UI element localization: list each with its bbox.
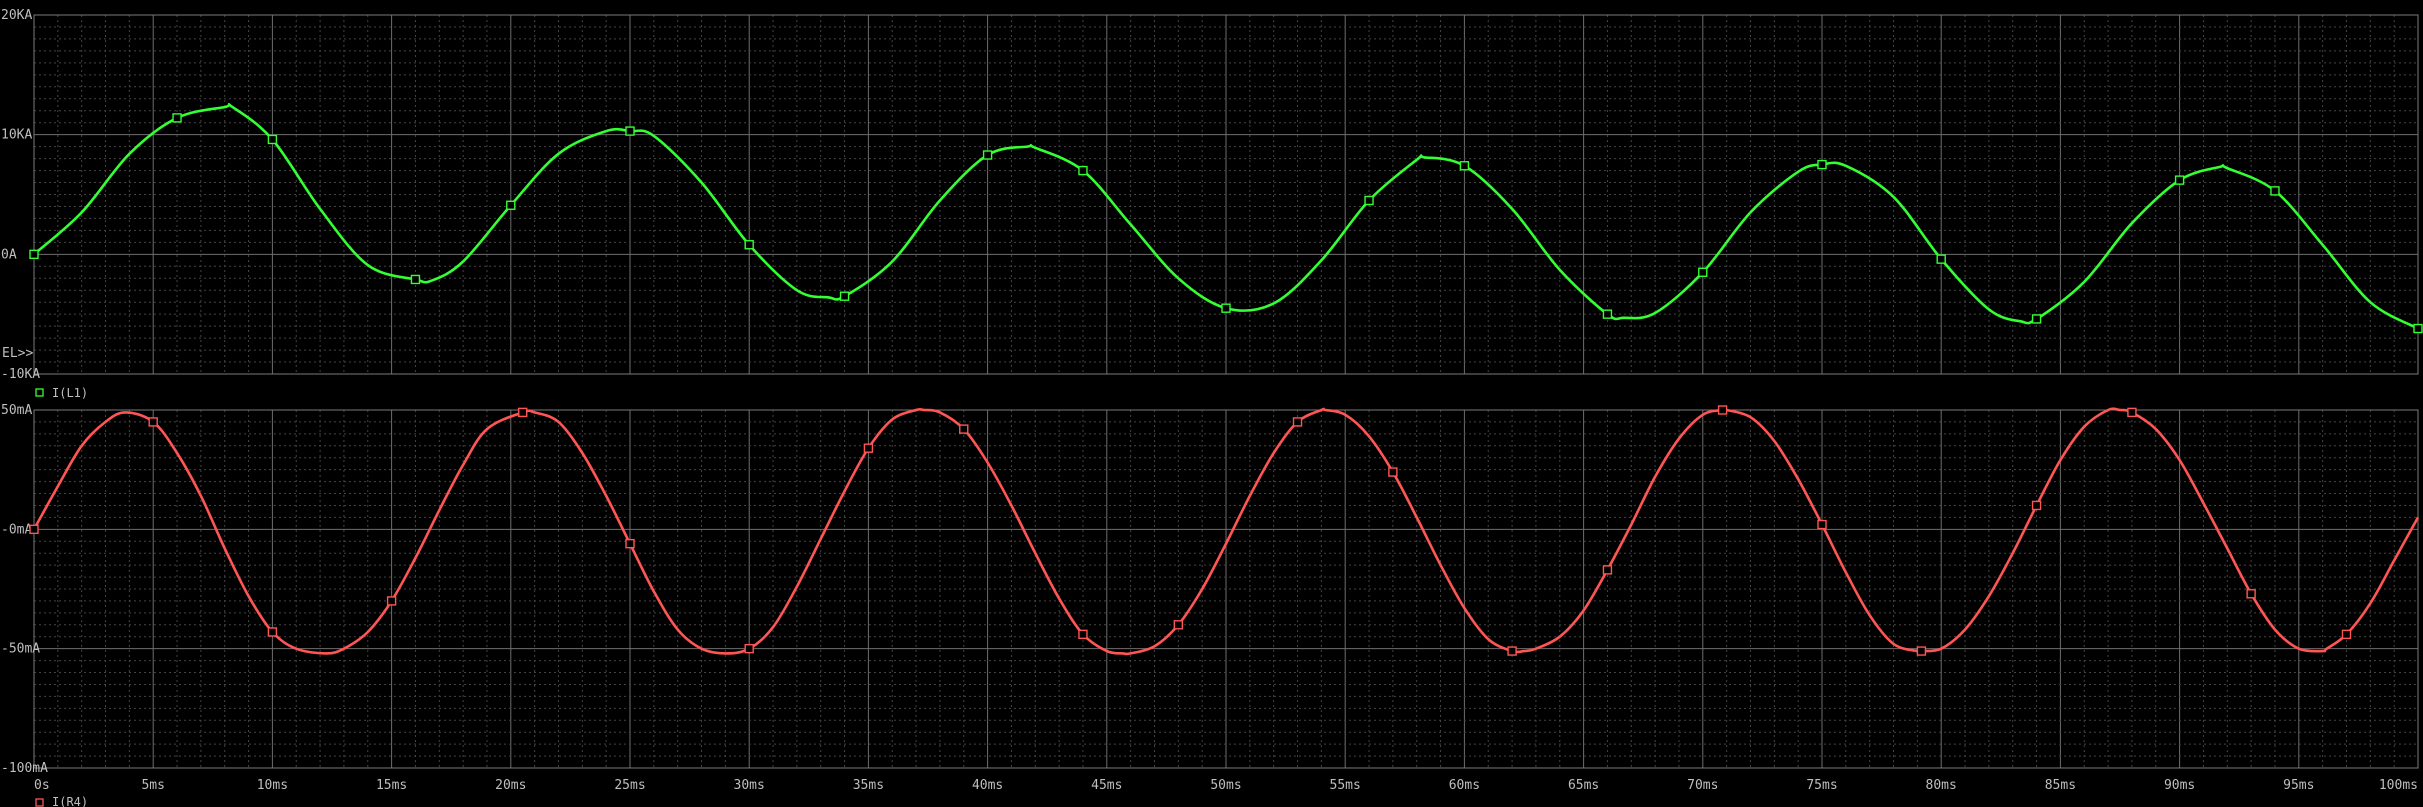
- data-point-marker: [863, 443, 874, 453]
- data-point-marker: [2031, 500, 2042, 511]
- x-tick-label: 75ms: [1806, 778, 1837, 793]
- data-point-marker: [267, 134, 278, 145]
- data-point-marker: [1364, 195, 1374, 206]
- data-point-marker: [959, 424, 969, 434]
- y-tick-label: -100mA: [1, 761, 48, 776]
- data-point-marker: [1507, 646, 1517, 656]
- data-point-marker: [1817, 519, 1827, 530]
- data-point-marker: [2174, 175, 2185, 185]
- x-tick-label: 95ms: [2283, 778, 2314, 793]
- data-point-marker: [1459, 161, 1470, 171]
- data-point-marker: [172, 113, 182, 123]
- data-point-marker: [1292, 417, 1303, 427]
- data-point-marker: [410, 274, 421, 285]
- x-tick-label: 40ms: [972, 778, 1003, 793]
- x-tick-label: 30ms: [734, 778, 765, 793]
- data-point-marker: [1602, 309, 1613, 319]
- plot-marker-label: EL>>: [2, 346, 33, 361]
- data-point-marker: [1173, 620, 1184, 630]
- x-tick-label: 65ms: [1568, 778, 1599, 793]
- x-tick-label: 5ms: [141, 778, 164, 793]
- y-tick-label: 10KA: [1, 128, 32, 143]
- data-point-marker: [1717, 405, 1728, 415]
- data-point-marker: [267, 627, 278, 637]
- data-point-marker: [1078, 165, 1088, 176]
- x-tick-label: 70ms: [1687, 778, 1718, 793]
- x-tick-label: 85ms: [2045, 778, 2076, 793]
- y-tick-label: 0A: [1, 247, 17, 262]
- data-point-marker: [625, 538, 635, 549]
- data-point-marker: [625, 126, 635, 136]
- data-point-marker: [2127, 407, 2137, 418]
- bottom-plot-grid: [33, 409, 2419, 769]
- top-plot-grid: [33, 14, 2419, 375]
- x-tick-label: 55ms: [1330, 778, 1361, 793]
- data-point-marker: [744, 643, 754, 654]
- data-point-marker: [839, 291, 850, 301]
- data-point-marker: [518, 407, 528, 418]
- x-tick-label: 50ms: [1210, 778, 1241, 793]
- data-point-marker: [1817, 159, 1827, 170]
- data-point-marker: [148, 417, 158, 427]
- y-tick-label: -0mA: [1, 522, 32, 537]
- x-tick-label: 25ms: [614, 778, 645, 793]
- data-point-marker: [29, 249, 39, 260]
- data-point-marker: [2270, 186, 2280, 196]
- x-tick-label: 100ms: [2379, 778, 2418, 793]
- data-point-marker: [506, 200, 516, 210]
- plot-background: [0, 0, 2423, 807]
- x-tick-label: 0s: [34, 778, 50, 793]
- y-tick-label: 20KA: [1, 8, 32, 23]
- x-tick-label: 60ms: [1449, 778, 1480, 793]
- legend-label-i-r4[interactable]: I(R4): [52, 795, 88, 807]
- x-tick-label: 20ms: [495, 778, 526, 793]
- x-tick-label: 35ms: [853, 778, 884, 793]
- x-tick-label: 45ms: [1091, 778, 1122, 793]
- data-point-marker: [1078, 629, 1088, 640]
- data-point-marker: [2413, 323, 2423, 334]
- x-axis-ticks: 0s 5ms 10ms 15ms 20ms 25ms 30ms 35ms 40ms 45ms 50m…: [34, 778, 2418, 793]
- data-point-marker: [1936, 254, 1946, 264]
- plot-window[interactable]: 20KA 10KA 0A -10KA EL>> I(L1) 50mA -0mA -50mA…: [0, 0, 2423, 807]
- data-point-marker: [2341, 629, 2352, 640]
- data-point-marker: [2246, 589, 2256, 599]
- data-point-marker: [1388, 467, 1398, 477]
- x-tick-label: 10ms: [257, 778, 288, 793]
- x-tick-label: 15ms: [376, 778, 407, 793]
- data-point-marker: [1698, 267, 1708, 277]
- y-tick-label: -10KA: [1, 367, 40, 382]
- data-point-marker: [29, 524, 39, 535]
- data-point-marker: [1602, 565, 1613, 575]
- x-tick-label: 80ms: [1926, 778, 1957, 793]
- data-point-marker: [1916, 646, 1927, 656]
- data-point-marker: [1221, 303, 1231, 313]
- y-tick-label: 50mA: [1, 403, 32, 418]
- y-tick-label: -50mA: [1, 642, 40, 657]
- data-point-marker: [386, 596, 397, 606]
- legend-label-i-l1[interactable]: I(L1): [52, 386, 88, 400]
- x-tick-label: 90ms: [2164, 778, 2195, 793]
- data-point-marker: [982, 150, 993, 160]
- data-point-marker: [2031, 314, 2042, 324]
- data-point-marker: [744, 240, 754, 250]
